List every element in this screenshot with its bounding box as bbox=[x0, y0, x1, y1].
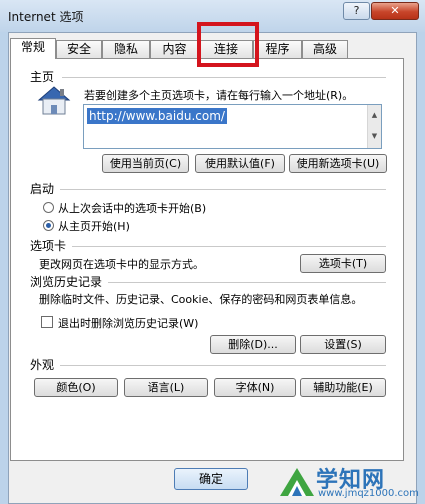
home-description: 若要创建多个主页选项卡，请在每行输入一个地址(R)。 bbox=[84, 89, 354, 102]
home-url-textarea[interactable]: http://www.baidu.com/ ▲ ▼ bbox=[83, 104, 382, 149]
watermark-logo-icon bbox=[280, 468, 314, 496]
use-new-tab-button[interactable]: 使用新选项卡(U) bbox=[289, 154, 387, 173]
tab-security[interactable]: 安全 bbox=[56, 40, 102, 58]
home-section-divider bbox=[62, 77, 386, 78]
watermark-url: www.jmqz1000.com bbox=[318, 488, 419, 499]
tabs-section-divider bbox=[72, 246, 386, 247]
colors-button[interactable]: 颜色(O) bbox=[34, 378, 118, 397]
history-settings-button[interactable]: 设置(S) bbox=[300, 335, 386, 354]
window-title: Internet 选项 bbox=[8, 10, 84, 24]
radio-last-session[interactable] bbox=[43, 202, 54, 213]
scroll-up-icon[interactable]: ▲ bbox=[368, 105, 381, 126]
radio-last-session-label: 从上次会话中的选项卡开始(B) bbox=[58, 202, 207, 215]
startup-section-divider bbox=[60, 189, 386, 190]
use-current-button[interactable]: 使用当前页(C) bbox=[102, 154, 189, 173]
tabs-settings-button[interactable]: 选项卡(T) bbox=[300, 254, 386, 273]
watermark: 学知网 www.jmqz1000.com bbox=[278, 460, 425, 504]
highlight-box bbox=[197, 22, 259, 67]
appearance-section-label: 外观 bbox=[30, 358, 55, 372]
scroll-down-icon[interactable]: ▼ bbox=[368, 126, 381, 147]
history-section-divider bbox=[108, 282, 386, 283]
ok-button[interactable]: 确定 bbox=[174, 468, 248, 490]
accessibility-button[interactable]: 辅助功能(E) bbox=[300, 378, 386, 397]
history-description: 删除临时文件、历史记录、Cookie、保存的密码和网页表单信息。 bbox=[39, 293, 363, 306]
textarea-scrollbar[interactable]: ▲ ▼ bbox=[367, 105, 381, 148]
home-url-value: http://www.baidu.com/ bbox=[87, 108, 227, 124]
delete-on-exit-checkbox[interactable] bbox=[41, 316, 53, 328]
tab-privacy[interactable]: 隐私 bbox=[102, 40, 150, 58]
tab-advanced[interactable]: 高级 bbox=[302, 40, 348, 58]
radio-home-page[interactable] bbox=[43, 220, 54, 231]
languages-button[interactable]: 语言(L) bbox=[124, 378, 208, 397]
startup-section-label: 启动 bbox=[30, 182, 55, 196]
fonts-button[interactable]: 字体(N) bbox=[214, 378, 296, 397]
tab-content[interactable]: 内容 bbox=[150, 40, 199, 58]
radio-home-page-label: 从主页开始(H) bbox=[58, 220, 130, 233]
close-button[interactable]: ✕ bbox=[371, 2, 419, 20]
history-delete-button[interactable]: 删除(D)... bbox=[210, 335, 296, 354]
help-button[interactable]: ? bbox=[343, 2, 370, 20]
tabs-section-label: 选项卡 bbox=[30, 239, 67, 253]
appearance-section-divider bbox=[60, 365, 386, 366]
tabs-description: 更改网页在选项卡中的显示方式。 bbox=[39, 258, 204, 271]
home-section-label: 主页 bbox=[30, 70, 55, 84]
home-icon bbox=[36, 84, 72, 116]
tab-programs[interactable]: 程序 bbox=[253, 40, 302, 58]
use-default-button[interactable]: 使用默认值(F) bbox=[195, 154, 285, 173]
delete-on-exit-label: 退出时删除浏览历史记录(W) bbox=[58, 317, 199, 330]
tab-general[interactable]: 常规 bbox=[10, 38, 56, 59]
history-section-label: 浏览历史记录 bbox=[30, 275, 103, 289]
